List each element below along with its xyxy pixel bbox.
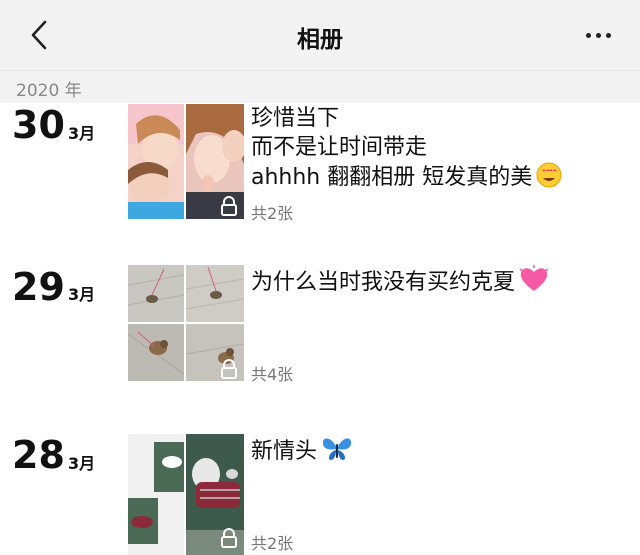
album-entry-30: 30 3月 珍惜当下 而不是让时间带走 ahhhh 翻翻相册 短发真的美 共2张 — [0, 104, 640, 224]
caption-line: 新情头 — [251, 439, 318, 464]
caption-line: 为什么当时我没有买约克夏 — [251, 270, 516, 295]
caption-line-with-emoji: 为什么当时我没有买约克夏 — [251, 265, 620, 297]
entry-day: 28 — [12, 433, 65, 477]
caption-line-with-emoji: ahhhh 翻翻相册 短发真的美 — [251, 162, 620, 192]
photo-thumbnail[interactable] — [128, 104, 184, 219]
entry-month: 3月 — [68, 454, 96, 473]
nav-header: 相册 — [0, 0, 640, 71]
entry-day: 29 — [12, 265, 65, 309]
page-title: 相册 — [297, 27, 343, 53]
more-dot — [605, 32, 611, 38]
album-entry-28: 28 3月 新情头 共2张 — [0, 434, 640, 555]
more-button[interactable] — [578, 20, 618, 50]
lock-icon — [221, 528, 237, 548]
year-divider: 2020 年 — [0, 71, 640, 103]
lock-icon — [221, 196, 237, 216]
dog-photo-1 — [128, 265, 184, 322]
caption-line: 珍惜当下 — [251, 106, 340, 131]
photo-count: 共2张 — [251, 204, 294, 223]
caption-line-with-emoji: 新情头 — [251, 436, 620, 466]
more-dot — [595, 32, 601, 38]
photo-thumbnail[interactable] — [128, 324, 184, 381]
caption-line: 而不是让时间带走 — [251, 135, 428, 160]
entry-day: 30 — [12, 103, 65, 147]
photo-thumbnail[interactable] — [128, 434, 184, 555]
year-label: 2020 年 — [16, 81, 82, 101]
album-entry-29: 29 3月 为什么当时我没有买约克夏 共4张 — [0, 265, 640, 385]
caption-line: ahhhh 翻翻相册 短发真的美 — [251, 165, 533, 190]
entry-caption[interactable]: 为什么当时我没有买约克夏 — [251, 265, 620, 297]
entry-month: 3月 — [68, 285, 96, 304]
couple-photo-1 — [128, 434, 184, 555]
photo-thumbnail[interactable] — [186, 265, 244, 322]
butterfly-emoji — [322, 438, 352, 460]
photo-thumbnail[interactable] — [128, 265, 184, 322]
pink-heart-emoji — [519, 265, 549, 291]
dog-photo-3 — [128, 324, 184, 381]
photo-count: 共2张 — [251, 534, 294, 553]
entry-caption[interactable]: 新情头 — [251, 436, 620, 466]
photo-count: 共4张 — [251, 365, 294, 384]
more-dots-icon — [585, 32, 591, 38]
smiling-heart-eyes-emoji — [536, 162, 562, 188]
entry-caption[interactable]: 珍惜当下 而不是让时间带走 ahhhh 翻翻相册 短发真的美 — [251, 104, 620, 192]
dog-photo-2 — [186, 265, 244, 322]
lock-icon — [221, 359, 237, 379]
entry-month: 3月 — [68, 124, 96, 143]
selfie-photo-1 — [128, 104, 184, 219]
